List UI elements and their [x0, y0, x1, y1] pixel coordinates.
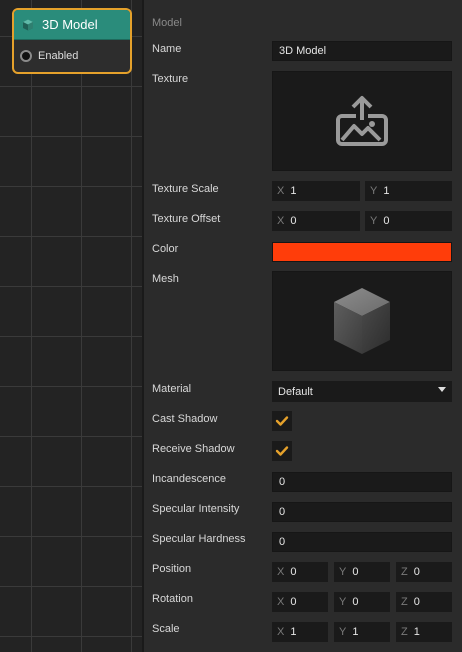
receive-shadow-label: Receive Shadow [152, 443, 235, 455]
checkmark-icon [275, 416, 289, 426]
position-y-value: 0 [352, 566, 359, 578]
enabled-port-row: Enabled [14, 40, 130, 72]
inspector-panel: Model Name 3D Model Texture Texture Scal… [144, 0, 462, 652]
material-selected-value: Default [278, 385, 313, 398]
scale-y-value: 1 [352, 626, 359, 638]
rotation-y-value: 0 [352, 596, 359, 608]
enabled-port-label: Enabled [38, 50, 79, 62]
name-input[interactable]: 3D Model [272, 41, 452, 61]
position-z-input[interactable]: Z 0 [396, 562, 452, 582]
texture-offset-y-input[interactable]: Y 0 [365, 211, 452, 231]
rotation-x-value: 0 [290, 596, 297, 608]
texture-scale-y-value: 1 [383, 185, 390, 197]
incandescence-label: Incandescence [152, 473, 226, 485]
mesh-label: Mesh [152, 273, 179, 285]
y-axis-label: Y [370, 215, 378, 227]
texture-scale-x-input[interactable]: X 1 [272, 181, 360, 201]
cast-shadow-label: Cast Shadow [152, 413, 218, 425]
position-x-input[interactable]: X 0 [272, 562, 328, 582]
texture-offset-label: Texture Offset [152, 213, 221, 225]
rotation-x-input[interactable]: X 0 [272, 592, 328, 612]
model-node[interactable]: 3D Model Enabled [12, 8, 132, 74]
mesh-preview[interactable] [272, 271, 452, 371]
rotation-z-value: 0 [413, 596, 420, 608]
model-node-title: 3D Model [42, 17, 98, 32]
cube-icon [23, 19, 33, 30]
texture-offset-x-value: 0 [290, 215, 297, 227]
material-label: Material [152, 383, 192, 395]
texture-scale-x-value: 1 [290, 185, 297, 197]
specular-intensity-input[interactable]: 0 [272, 502, 452, 522]
texture-drop-area[interactable] [272, 71, 452, 171]
position-y-input[interactable]: Y 0 [334, 562, 390, 582]
color-swatch[interactable] [272, 242, 452, 262]
position-label: Position [152, 563, 192, 575]
texture-offset-x-input[interactable]: X 0 [272, 211, 360, 231]
texture-scale-label: Texture Scale [152, 183, 219, 195]
z-axis-label: Z [401, 626, 408, 638]
enabled-input-port[interactable] [20, 50, 32, 62]
checkmark-icon [275, 446, 289, 456]
scale-x-value: 1 [290, 626, 297, 638]
scale-y-input[interactable]: Y 1 [334, 622, 390, 642]
cube-mesh-icon [334, 288, 390, 354]
y-axis-label: Y [339, 596, 347, 608]
scale-z-value: 1 [413, 626, 420, 638]
receive-shadow-checkbox[interactable] [272, 441, 292, 461]
section-title: Model [152, 17, 182, 29]
y-axis-label: Y [339, 566, 347, 578]
z-axis-label: Z [401, 596, 408, 608]
rotation-y-input[interactable]: Y 0 [334, 592, 390, 612]
specular-intensity-label: Specular Intensity [152, 503, 240, 515]
position-z-value: 0 [413, 566, 420, 578]
y-axis-label: Y [339, 626, 347, 638]
chevron-down-icon [438, 387, 446, 392]
cast-shadow-checkbox[interactable] [272, 411, 292, 431]
x-axis-label: X [277, 626, 285, 638]
color-label: Color [152, 243, 179, 255]
scale-label: Scale [152, 623, 180, 635]
scale-x-input[interactable]: X 1 [272, 622, 328, 642]
scale-z-input[interactable]: Z 1 [396, 622, 452, 642]
x-axis-label: X [277, 215, 285, 227]
z-axis-label: Z [401, 566, 408, 578]
model-node-header[interactable]: 3D Model [14, 10, 130, 40]
name-label: Name [152, 43, 182, 55]
position-x-value: 0 [290, 566, 297, 578]
material-select[interactable]: Default [272, 381, 452, 402]
specular-hardness-input[interactable]: 0 [272, 532, 452, 552]
specular-hardness-label: Specular Hardness [152, 533, 246, 545]
rotation-z-input[interactable]: Z 0 [396, 592, 452, 612]
node-graph-canvas[interactable]: 3D Model Enabled [0, 0, 142, 652]
x-axis-label: X [277, 185, 285, 197]
incandescence-input[interactable]: 0 [272, 472, 452, 492]
y-axis-label: Y [370, 185, 378, 197]
texture-label: Texture [152, 73, 189, 85]
x-axis-label: X [277, 596, 285, 608]
x-axis-label: X [277, 566, 285, 578]
texture-scale-y-input[interactable]: Y 1 [365, 181, 452, 201]
upload-image-icon [336, 96, 388, 146]
rotation-label: Rotation [152, 593, 193, 605]
texture-offset-y-value: 0 [383, 215, 390, 227]
